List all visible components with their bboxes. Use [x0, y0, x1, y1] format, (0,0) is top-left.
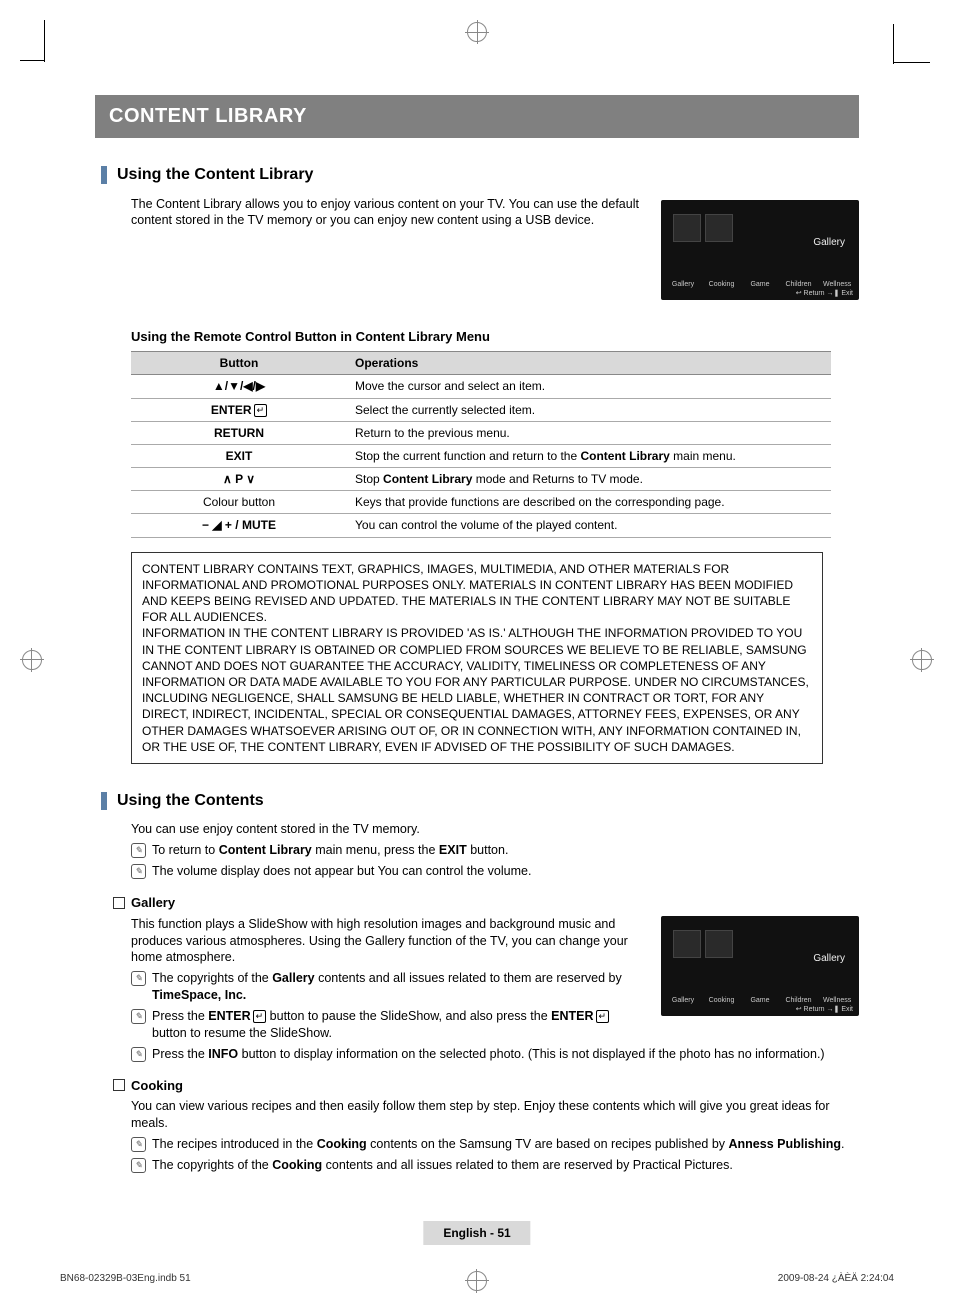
table-row: EXIT Stop the current function and retur… — [131, 444, 831, 467]
registration-mark-icon — [912, 650, 932, 670]
tv-preview-thumbnail: Gallery Gallery Cooking Game Children We… — [661, 200, 859, 300]
operation-cell: Return to the previous menu. — [347, 421, 831, 444]
subsection-body: This function plays a SlideShow with hig… — [131, 916, 639, 967]
operation-cell: Move the cursor and select an item. — [347, 375, 831, 398]
section-intro: The Content Library allows you to enjoy … — [131, 196, 641, 230]
subsection-body: You can view various recipes and then ea… — [131, 1098, 859, 1132]
operation-cell: Keys that provide functions are describe… — [347, 491, 831, 514]
button-cell: Colour button — [131, 491, 347, 514]
note-text: The recipes introduced in the Cooking co… — [152, 1136, 845, 1153]
subsection-heading: Gallery — [113, 894, 859, 912]
button-cell: EXIT — [131, 444, 347, 467]
note-icon: ✎ — [131, 971, 146, 986]
table-row: Colour button Keys that provide function… — [131, 491, 831, 514]
remote-buttons-table: Button Operations ▲/▼/◀/▶ Move the curso… — [131, 351, 831, 538]
table-row: ▲/▼/◀/▶ Move the cursor and select an it… — [131, 375, 831, 398]
operation-cell: Stop the current function and return to … — [347, 444, 831, 467]
tv-preview-footer: ↩ Return →❚ Exit — [796, 1005, 853, 1014]
registration-mark-icon — [22, 650, 42, 670]
tv-preview-footer: ↩ Return →❚ Exit — [796, 289, 853, 298]
tv-icon-label: Cooking — [708, 280, 736, 289]
table-row: RETURN Return to the previous menu. — [131, 421, 831, 444]
tv-icon-label: Game — [746, 996, 774, 1005]
registration-mark-icon — [467, 22, 487, 42]
registration-mark-icon — [467, 1271, 487, 1291]
table-row: ∧ P ∨ Stop Content Library mode and Retu… — [131, 468, 831, 491]
note-icon: ✎ — [131, 1158, 146, 1173]
tv-icon-label: Game — [746, 280, 774, 289]
print-footer-left: BN68-02329B-03Eng.indb 51 — [60, 1272, 191, 1286]
tv-icon-label: Cooking — [708, 996, 736, 1005]
print-footer-right: 2009-08-24 ¿ÀÈÄ 2:24:04 — [778, 1272, 894, 1286]
square-bullet-icon — [113, 1079, 125, 1091]
operation-cell: Select the currently selected item. — [347, 398, 831, 421]
note-icon: ✎ — [131, 1047, 146, 1062]
button-cell: ▲/▼/◀/▶ — [131, 375, 347, 398]
note-text: The copyrights of the Gallery contents a… — [152, 970, 639, 1004]
note-text: Press the INFO button to display informa… — [152, 1046, 825, 1063]
section-marker — [101, 166, 107, 184]
note-text: Press the ENTER↵ button to pause the Sli… — [152, 1008, 639, 1042]
button-cell: − ◢ + / MUTE — [131, 514, 347, 537]
table-header: Operations — [347, 352, 831, 375]
button-cell: RETURN — [131, 421, 347, 444]
operation-cell: Stop Content Library mode and Returns to… — [347, 468, 831, 491]
subsection-heading: Using the Remote Control Button in Conte… — [131, 328, 859, 346]
section-marker — [101, 792, 107, 810]
section-heading: Using the Contents — [117, 790, 264, 812]
note-icon: ✎ — [131, 843, 146, 858]
note-text: The volume display does not appear but Y… — [152, 863, 531, 880]
button-cell: ENTER↵ — [131, 398, 347, 421]
section-heading: Using the Content Library — [117, 164, 313, 186]
operation-cell: You can control the volume of the played… — [347, 514, 831, 537]
section-intro: You can use enjoy content stored in the … — [131, 821, 859, 838]
table-row: ENTER↵ Select the currently selected ite… — [131, 398, 831, 421]
square-bullet-icon — [113, 897, 125, 909]
subsection-heading: Cooking — [113, 1077, 859, 1095]
note-text: The copyrights of the Cooking contents a… — [152, 1157, 733, 1174]
button-cell: ∧ P ∨ — [131, 468, 347, 491]
tv-preview-thumbnail: Gallery Gallery Cooking Game Children We… — [661, 916, 859, 1016]
disclaimer-box: CONTENT LIBRARY CONTAINS TEXT, GRAPHICS,… — [131, 552, 823, 764]
tv-icon-label: Gallery — [669, 280, 697, 289]
enter-icon: ↵ — [254, 404, 268, 417]
page-title-bar: CONTENT LIBRARY — [95, 95, 859, 138]
table-row: − ◢ + / MUTE You can control the volume … — [131, 514, 831, 537]
page-number: English - 51 — [423, 1221, 530, 1245]
note-icon: ✎ — [131, 1137, 146, 1152]
tv-preview-label: Gallery — [813, 236, 845, 250]
table-header: Button — [131, 352, 347, 375]
note-text: To return to Content Library main menu, … — [152, 842, 508, 859]
tv-preview-label: Gallery — [813, 952, 845, 966]
tv-icon-label: Gallery — [669, 996, 697, 1005]
note-icon: ✎ — [131, 864, 146, 879]
note-icon: ✎ — [131, 1009, 146, 1024]
